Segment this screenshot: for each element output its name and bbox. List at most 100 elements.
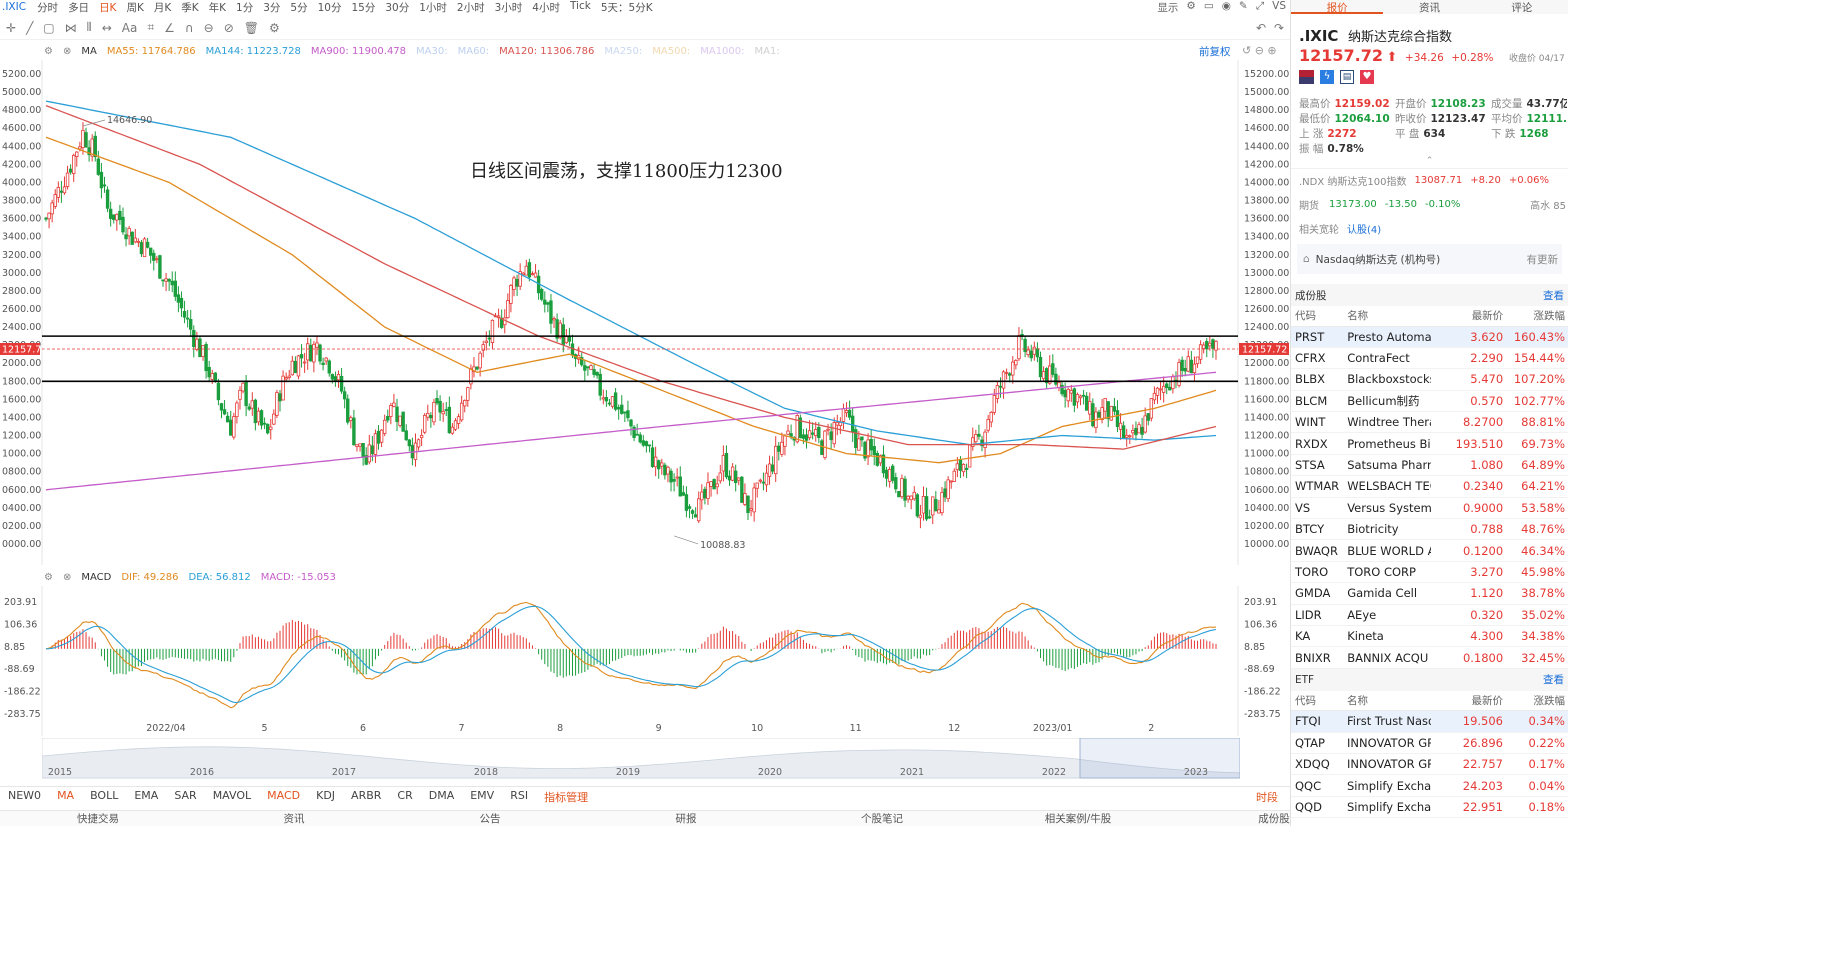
- period-option[interactable]: 3分: [258, 0, 285, 14]
- table-row[interactable]: BWAQR BLUE WORLD A 0.1200 46.34%: [1291, 539, 1568, 562]
- fib-tool-icon[interactable]: ⋈: [65, 21, 77, 35]
- compare-button[interactable]: VS: [1272, 0, 1286, 14]
- lock-icon[interactable]: ⊖: [204, 21, 214, 35]
- settings-icon[interactable]: ⚙: [1186, 0, 1195, 14]
- indicator-tab[interactable]: MACD: [259, 789, 308, 805]
- indicator-tab[interactable]: DMA: [421, 789, 463, 805]
- table-row[interactable]: QQCSimplify Exchange24.2030.04%: [1291, 774, 1568, 797]
- indicator-tab[interactable]: KDJ: [308, 789, 343, 805]
- candlestick-chart[interactable]: 15200.00 5200.00 15000.00 5000.00 14800.00 48…: [0, 60, 1290, 565]
- indicator-tab[interactable]: MA: [49, 789, 82, 805]
- settings-icon[interactable]: ⚙: [44, 46, 53, 57]
- indicator-tab[interactable]: EMV: [462, 789, 502, 805]
- table-row[interactable]: GMDA Gamida Cell 1.120 38.78%: [1291, 582, 1568, 605]
- ruler-icon[interactable]: ∠: [164, 21, 175, 35]
- indicator-tab[interactable]: EMA: [126, 789, 166, 805]
- indicator-tab[interactable]: RSI: [502, 789, 536, 805]
- column-header[interactable]: 名称: [1343, 306, 1432, 327]
- rect-tool-icon[interactable]: ▢: [43, 21, 54, 35]
- column-header[interactable]: 代码: [1291, 306, 1344, 327]
- indicator-tab[interactable]: SAR: [166, 789, 204, 805]
- period-option[interactable]: 30分: [380, 0, 414, 14]
- period-option[interactable]: 10分: [313, 0, 347, 14]
- time-segment-button[interactable]: 时段: [1248, 789, 1286, 805]
- indicator-tab[interactable]: BOLL: [82, 789, 126, 805]
- footer-tab[interactable]: 相关案例/牛股: [980, 811, 1176, 826]
- table-row[interactable]: VS Versus Systems 0.9000 53.58%: [1291, 497, 1568, 520]
- settings-icon[interactable]: ⚙: [44, 572, 53, 583]
- ndx-row[interactable]: .NDX 纳斯达克100指数 13087.71 +8.20 +0.06%: [1291, 168, 1568, 192]
- table-row[interactable]: QQDSimplify Exchange22.9510.18%: [1291, 796, 1568, 819]
- chart-controls[interactable]: ↺ ⊖ ⊕: [1242, 44, 1277, 57]
- futures-row[interactable]: 期货 13173.00 -13.50 -0.10% 高水 85: [1291, 192, 1568, 216]
- footer-tab[interactable]: 个股笔记: [784, 811, 980, 826]
- period-option[interactable]: 1分: [231, 0, 258, 14]
- table-row[interactable]: BTCY Biotricity 0.788 48.76%: [1291, 518, 1568, 541]
- table-row[interactable]: BNIXR BANNIX ACQU 0.1800 32.45%: [1291, 646, 1568, 669]
- period-option[interactable]: 4小时: [527, 0, 565, 14]
- period-option[interactable]: 15分: [346, 0, 380, 14]
- period-option[interactable]: 分时: [32, 0, 63, 14]
- fullscreen-icon[interactable]: ⤢: [1256, 0, 1264, 14]
- tab-quote[interactable]: 报价: [1291, 0, 1384, 14]
- table-row[interactable]: RXDX Prometheus Bio 193.510 69.73%: [1291, 432, 1568, 455]
- more-icon[interactable]: ⚙: [269, 21, 280, 35]
- table-row[interactable]: XDQQINNOVATOR GRO22.7570.17%: [1291, 753, 1568, 776]
- etf-more-link[interactable]: 查看: [1543, 672, 1564, 687]
- indicator-tab[interactable]: ARBR: [343, 789, 389, 805]
- flag-icon[interactable]: [1299, 70, 1314, 84]
- table-row[interactable]: BLCM Bellicum制药 0.570 102.77%: [1291, 390, 1568, 413]
- arrow-tool-icon[interactable]: ↔: [102, 21, 112, 35]
- table-row[interactable]: BLBX Blackboxstocks 5.470 107.20%: [1291, 368, 1568, 391]
- hide-icon[interactable]: ⊘: [224, 21, 234, 35]
- table-row[interactable]: PRST Presto Automa 3.620 160.43%: [1291, 326, 1568, 348]
- period-option[interactable]: Tick: [565, 0, 596, 14]
- period-option[interactable]: 月K: [149, 0, 176, 14]
- column-header[interactable]: 名称: [1343, 690, 1431, 712]
- table-row[interactable]: QTAPINNOVATOR GRO26.8960.22%: [1291, 732, 1568, 755]
- table-row[interactable]: WINT Windtree Thera 8.2700 88.81%: [1291, 411, 1568, 434]
- layout-icon[interactable]: ▭: [1204, 0, 1214, 14]
- period-option[interactable]: 多日: [63, 0, 94, 14]
- column-header[interactable]: 最新价: [1431, 690, 1507, 712]
- period-option[interactable]: 日K: [94, 0, 121, 14]
- footer-tab[interactable]: 公告: [392, 811, 588, 826]
- period-option[interactable]: 5天：5分K: [596, 0, 658, 14]
- table-row[interactable]: LIDR AEye 0.320 35.02%: [1291, 604, 1568, 626]
- indicator-tab[interactable]: CR: [389, 789, 420, 805]
- org-row[interactable]: ⌂ Nasdaq纳斯达克 (机构号) 有更新: [1297, 244, 1562, 274]
- text-tool-icon[interactable]: Aa: [122, 21, 138, 35]
- period-option[interactable]: 3小时: [490, 0, 528, 14]
- display-menu[interactable]: 显示: [1157, 0, 1178, 14]
- macd-chart[interactable]: 203.91 203.91 106.36 106.36 8.85 8.85 -88.69 -8…: [0, 586, 1290, 736]
- period-option[interactable]: 5分: [285, 0, 312, 14]
- table-row[interactable]: TORO TORO CORP 3.270 45.98%: [1291, 561, 1568, 584]
- redo-icon[interactable]: ↷: [1274, 21, 1284, 35]
- camera-icon[interactable]: ◉: [1222, 0, 1231, 14]
- note-icon[interactable]: ▤: [1340, 70, 1354, 84]
- indicator-tab[interactable]: NEW0: [0, 789, 49, 805]
- parallel-tool-icon[interactable]: ⫴: [87, 20, 92, 35]
- table-row[interactable]: WTMAR WELSBACH TEC 0.2340 64.21%: [1291, 475, 1568, 498]
- range-navigator[interactable]: 2015 2016 2017 2018 2019 2020 2021 2022 2023: [42, 738, 1240, 780]
- indicator-tab[interactable]: 指标管理: [536, 789, 596, 805]
- heart-icon[interactable]: ♥: [1360, 70, 1374, 84]
- magnet-icon[interactable]: ∩: [185, 21, 194, 35]
- period-option[interactable]: 季K: [176, 0, 203, 14]
- adjust-mode[interactable]: 前复权: [1199, 44, 1231, 59]
- close-icon[interactable]: ⊗: [63, 46, 71, 57]
- collapse-chevron-icon[interactable]: ⌃: [1291, 156, 1568, 168]
- period-option[interactable]: 2小时: [452, 0, 490, 14]
- footer-tab[interactable]: 资讯: [196, 811, 392, 826]
- symbol-label[interactable]: .IXIC: [0, 1, 32, 13]
- close-icon[interactable]: ⊗: [63, 572, 71, 583]
- period-option[interactable]: 周K: [121, 0, 148, 14]
- period-option[interactable]: 年K: [204, 0, 231, 14]
- trash-icon[interactable]: 🗑: [244, 21, 259, 35]
- undo-icon[interactable]: ↶: [1256, 21, 1266, 35]
- indicator-tab[interactable]: MAVOL: [205, 789, 259, 805]
- table-row[interactable]: CFRX ContraFect 2.290 154.44%: [1291, 347, 1568, 370]
- tab-comments[interactable]: 评论: [1476, 0, 1568, 14]
- column-header[interactable]: 涨跌幅: [1507, 690, 1568, 712]
- footer-tab[interactable]: 研报: [588, 811, 784, 826]
